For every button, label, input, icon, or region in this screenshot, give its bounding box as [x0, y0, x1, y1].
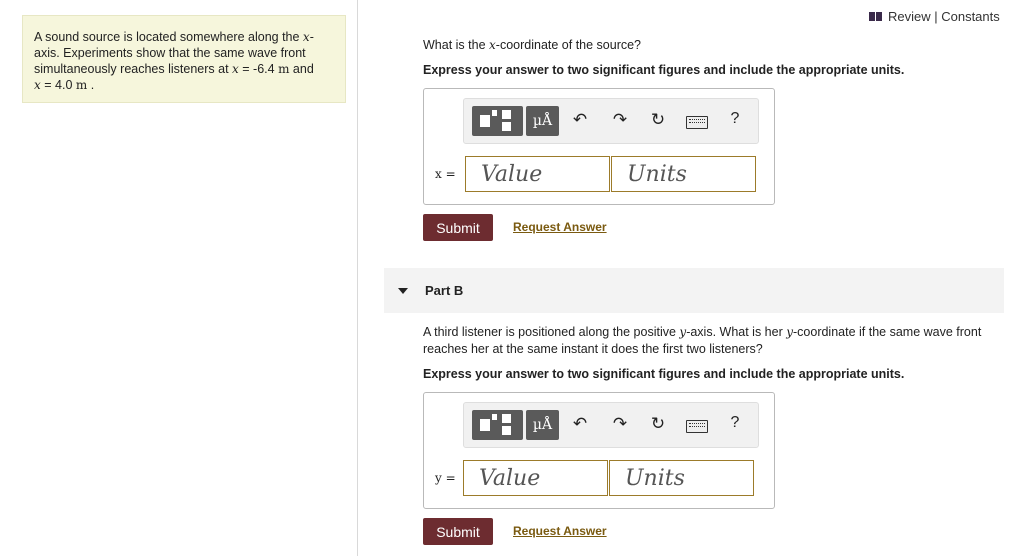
templates-button[interactable]: [472, 410, 523, 440]
part-a-instruction: Express your answer to two significant f…: [423, 63, 905, 77]
part-b-header[interactable]: Part B: [384, 268, 1004, 313]
math-toolbar: µÅ ↶ ↷ ↻ ?: [463, 98, 759, 144]
part-b-title: Part B: [425, 283, 464, 298]
undo-icon[interactable]: ↶: [569, 110, 591, 130]
templates-button[interactable]: [472, 106, 523, 136]
column-divider: [357, 0, 358, 556]
math-toolbar: µÅ ↶ ↷ ↻ ?: [463, 402, 759, 448]
help-icon[interactable]: ?: [724, 110, 746, 128]
part-b-instruction: Express your answer to two significant f…: [423, 367, 905, 381]
request-answer-link[interactable]: Request Answer: [513, 220, 607, 234]
part-b-answer-box: µÅ ↶ ↷ ↻ ? y = Value Units: [423, 392, 775, 509]
submit-button[interactable]: Submit: [423, 214, 493, 241]
part-a-answer-box: µÅ ↶ ↷ ↻ ? x = Value Units: [423, 88, 775, 205]
keyboard-icon[interactable]: [686, 116, 708, 129]
units-button[interactable]: µÅ: [526, 410, 559, 440]
redo-icon[interactable]: ↷: [609, 414, 631, 434]
review-constants-label[interactable]: Review | Constants: [888, 9, 1000, 24]
reset-icon[interactable]: ↻: [647, 414, 669, 434]
y-variable-label: y =: [435, 471, 456, 485]
problem-line-2: axis. Experiments show that the same wav…: [34, 46, 306, 60]
problem-line-1: A sound source is located somewhere alon…: [34, 30, 314, 44]
part-a-question: What is the x-coordinate of the source?: [423, 38, 642, 52]
x-variable-label: x =: [435, 167, 456, 181]
units-input[interactable]: Units: [609, 460, 754, 496]
part-b-question-line-2: reaches her at the same instant it does …: [423, 342, 763, 356]
review-constants-link[interactable]: Review | Constants: [869, 9, 1000, 24]
units-button[interactable]: µÅ: [526, 106, 559, 136]
problem-line-3: simultaneously reaches listeners at x = …: [34, 62, 314, 76]
part-b-question-line-1: A third listener is positioned along the…: [423, 325, 982, 339]
help-icon[interactable]: ?: [724, 414, 746, 432]
redo-icon[interactable]: ↷: [609, 110, 631, 130]
submit-button[interactable]: Submit: [423, 518, 493, 545]
value-input[interactable]: Value: [465, 156, 610, 192]
collapse-caret-icon[interactable]: [398, 288, 408, 294]
value-input[interactable]: Value: [463, 460, 608, 496]
request-answer-link[interactable]: Request Answer: [513, 524, 607, 538]
undo-icon[interactable]: ↶: [569, 414, 591, 434]
problem-line-4: x = 4.0 m .: [34, 78, 95, 92]
problem-statement: A sound source is located somewhere alon…: [22, 15, 346, 103]
keyboard-icon[interactable]: [686, 420, 708, 433]
book-icon: [869, 12, 882, 21]
units-input[interactable]: Units: [611, 156, 756, 192]
reset-icon[interactable]: ↻: [647, 110, 669, 130]
